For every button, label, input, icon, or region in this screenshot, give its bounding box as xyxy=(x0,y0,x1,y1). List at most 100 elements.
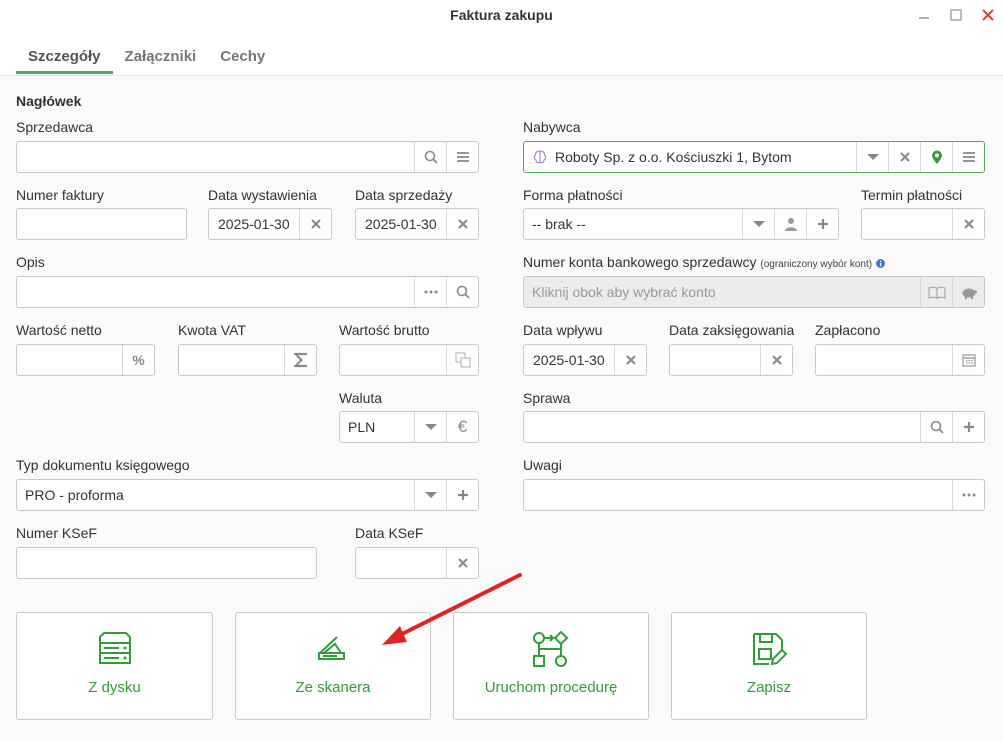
tab-attachments[interactable]: Załączniki xyxy=(113,40,209,74)
maximize-button[interactable] xyxy=(945,4,967,26)
seller-field[interactable] xyxy=(16,141,479,173)
vat-sum-button[interactable] xyxy=(284,345,316,375)
ksef-date-clear-button[interactable] xyxy=(446,548,478,578)
net-percent-button[interactable]: % xyxy=(122,345,154,375)
case-value[interactable] xyxy=(524,412,920,442)
close-icon xyxy=(457,219,468,229)
vat-value[interactable] xyxy=(179,345,284,375)
chevron-down-icon xyxy=(866,154,879,160)
buyer-menu-button[interactable] xyxy=(952,142,984,172)
payment-form-field[interactable]: -- brak -- xyxy=(523,208,839,240)
from-scanner-button[interactable]: Ze skanera xyxy=(235,612,431,720)
from-disk-button[interactable]: Z dysku xyxy=(16,612,213,720)
buyer-field[interactable]: Roboty Sp. z o.o. Kościuszki 1, Bytom xyxy=(523,141,985,173)
doc-type-add-button[interactable] xyxy=(446,480,478,510)
location-pin-icon xyxy=(931,150,942,164)
posting-date-clear-button[interactable] xyxy=(760,345,792,375)
currency-dropdown-button[interactable] xyxy=(414,412,446,442)
dots-icon xyxy=(962,493,975,497)
notes-value[interactable] xyxy=(524,480,952,510)
notes-field[interactable] xyxy=(523,479,985,511)
buyer-value[interactable]: Roboty Sp. z o.o. Kościuszki 1, Bytom xyxy=(524,142,856,172)
ksef-date-value[interactable] xyxy=(356,548,446,578)
doc-type-dropdown-button[interactable] xyxy=(414,480,446,510)
piggy-bank-icon xyxy=(962,288,977,299)
ksef-number-field[interactable] xyxy=(16,547,317,579)
bank-account-field[interactable]: Kliknij obok aby wybrać konto xyxy=(523,276,985,308)
bank-account-label: Numer konta bankowego sprzedawcy (ograni… xyxy=(523,254,885,270)
vat-field[interactable] xyxy=(178,344,317,376)
person-icon xyxy=(784,218,797,231)
payment-form-add-button[interactable] xyxy=(806,209,838,239)
invoice-number-value[interactable] xyxy=(17,209,186,239)
receipt-date-field[interactable]: 2025-01-30 xyxy=(523,344,647,376)
ksef-date-field[interactable] xyxy=(355,547,479,579)
save-button[interactable]: Zapisz xyxy=(671,612,867,720)
paid-field[interactable] xyxy=(815,344,985,376)
invoice-number-field[interactable] xyxy=(16,208,187,240)
payment-form-label: Forma płatności xyxy=(523,187,623,203)
sale-date-value[interactable]: 2025-01-30 xyxy=(356,209,446,239)
notes-more-button[interactable] xyxy=(952,480,984,510)
window-title: Faktura zakupu xyxy=(450,7,553,23)
sale-date-field[interactable]: 2025-01-30 xyxy=(355,208,479,240)
sale-date-label: Data sprzedaży xyxy=(355,187,453,203)
plus-icon xyxy=(457,490,468,500)
paid-calendar-button[interactable] xyxy=(952,345,984,375)
bank-account-book-button[interactable] xyxy=(920,277,952,307)
description-field[interactable] xyxy=(16,276,479,308)
gross-copy-button[interactable] xyxy=(446,345,478,375)
doc-type-field[interactable]: PRO - proforma xyxy=(16,479,479,511)
buyer-clear-button[interactable] xyxy=(888,142,920,172)
paid-value[interactable] xyxy=(816,345,952,375)
buyer-location-button[interactable] xyxy=(920,142,952,172)
case-field[interactable] xyxy=(523,411,985,443)
issue-date-field[interactable]: 2025-01-30 xyxy=(208,208,332,240)
description-more-button[interactable] xyxy=(414,277,446,307)
payment-due-value[interactable] xyxy=(862,209,952,239)
tab-details[interactable]: Szczegóły xyxy=(16,40,113,74)
net-value[interactable] xyxy=(17,345,122,375)
receipt-date-clear-button[interactable] xyxy=(614,345,646,375)
gross-value[interactable] xyxy=(340,345,446,375)
receipt-date-value[interactable]: 2025-01-30 xyxy=(524,345,614,375)
run-procedure-button[interactable]: Uruchom procedurę xyxy=(453,612,649,720)
bank-account-piggy-button[interactable] xyxy=(952,277,984,307)
net-field[interactable]: % xyxy=(16,344,155,376)
buyer-label: Nabywca xyxy=(523,119,581,135)
payment-form-person-button[interactable] xyxy=(774,209,806,239)
gross-field[interactable] xyxy=(339,344,479,376)
paid-label: Zapłacono xyxy=(815,322,881,338)
seller-menu-button[interactable] xyxy=(446,142,478,172)
case-add-button[interactable] xyxy=(952,412,984,442)
issue-date-value[interactable]: 2025-01-30 xyxy=(209,209,299,239)
currency-label: Waluta xyxy=(339,390,383,406)
description-value[interactable] xyxy=(17,277,414,307)
ksef-number-value[interactable] xyxy=(17,548,316,578)
posting-date-value[interactable] xyxy=(670,345,760,375)
currency-field[interactable]: PLN € xyxy=(339,411,479,443)
payment-due-clear-button[interactable] xyxy=(952,209,984,239)
currency-euro-button[interactable]: € xyxy=(446,412,478,442)
close-icon xyxy=(771,355,782,365)
payment-form-dropdown-button[interactable] xyxy=(742,209,774,239)
sale-date-clear-button[interactable] xyxy=(446,209,478,239)
minimize-button[interactable] xyxy=(913,4,935,26)
posting-date-field[interactable] xyxy=(669,344,793,376)
description-search-button[interactable] xyxy=(446,277,478,307)
payment-form-value[interactable]: -- brak -- xyxy=(524,209,742,239)
seller-value[interactable] xyxy=(17,142,414,172)
close-window-button[interactable] xyxy=(977,4,999,26)
tab-features[interactable]: Cechy xyxy=(208,40,277,74)
chevron-down-icon xyxy=(424,492,437,498)
case-search-button[interactable] xyxy=(920,412,952,442)
buyer-dropdown-button[interactable] xyxy=(856,142,888,172)
ksef-number-label: Numer KSeF xyxy=(16,525,97,541)
notes-label: Uwagi xyxy=(523,457,562,473)
seller-search-button[interactable] xyxy=(414,142,446,172)
payment-due-field[interactable] xyxy=(861,208,985,240)
payment-due-label: Termin płatności xyxy=(861,187,963,203)
issue-date-clear-button[interactable] xyxy=(299,209,331,239)
doc-type-value[interactable]: PRO - proforma xyxy=(17,480,414,510)
currency-value[interactable]: PLN xyxy=(340,412,414,442)
